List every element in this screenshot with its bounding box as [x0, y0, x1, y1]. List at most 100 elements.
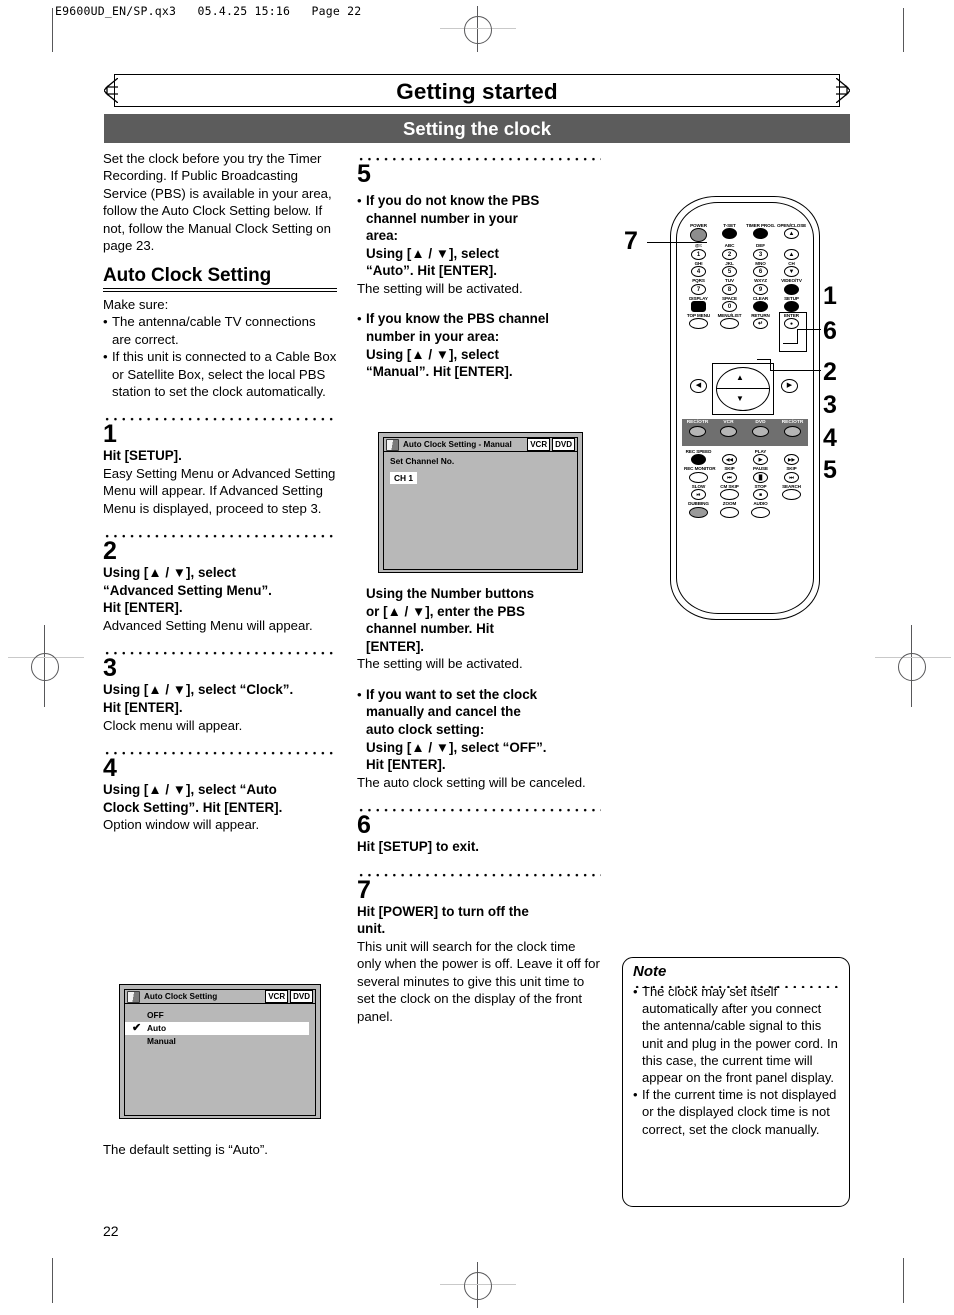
remote-key-slow[interactable]: SLOW ⏯ — [684, 484, 713, 501]
osd-option-manual[interactable]: Manual — [125, 1035, 315, 1048]
remote-key-audio[interactable]: AUDIO — [746, 501, 775, 518]
key-label: DISPLAY — [689, 295, 708, 301]
osd-option-off[interactable]: OFF — [125, 1009, 315, 1022]
step-4-heading-line1: Using [▲ / ▼], select “Auto — [103, 782, 277, 798]
remote-key-cm-skip[interactable]: CM SKIP — [715, 483, 744, 501]
step-number-2: 2 — [103, 537, 117, 566]
crop-line-bottom-left — [52, 1258, 54, 1303]
remote-key-stop[interactable]: STOP ■ — [746, 484, 775, 501]
remote-key-5[interactable]: JKL 5 — [715, 261, 744, 278]
remote-key-timer-prog[interactable]: TIMER PROG. — [746, 223, 775, 242]
remote-key-skip-back[interactable]: SKIP ⏮ — [715, 466, 744, 483]
remote-transport-grid: REC SPEED ◀◀ PLAY ▶ ▶▶ REC MONITOR SKIP … — [684, 449, 806, 519]
arrow-left-icon[interactable]: ◀ — [690, 379, 707, 393]
remote-key-menu-list[interactable]: MENU/LIST — [715, 313, 744, 330]
disc-icon — [127, 990, 140, 1003]
remote-key-vcr[interactable]: VCR — [713, 420, 744, 437]
remote-key-4[interactable]: GHI 4 — [684, 261, 713, 278]
remote-key-6[interactable]: MNO 6 — [746, 260, 775, 278]
key-label: CM SKIP — [720, 483, 739, 489]
list-item: If you know the PBS channel number in yo… — [357, 310, 601, 380]
arrow-up-icon[interactable]: ▲ — [736, 374, 744, 382]
remote-key-skip-forward[interactable]: SKIP ⏭ — [777, 466, 806, 483]
key-label: REC MONITOR — [684, 466, 716, 472]
channel-field[interactable]: CH 1 — [384, 468, 577, 486]
arrow-down-icon[interactable]: ▼ — [736, 395, 744, 403]
remote-key-rec-otr-left[interactable]: REC/OTR — [682, 420, 713, 437]
key-icon: 1 — [691, 248, 706, 260]
badge-vcr: VCR — [527, 438, 551, 451]
remote-key-ch-up[interactable]: ▲ — [777, 243, 806, 260]
remote-key-power[interactable]: POWER — [684, 223, 713, 243]
remote-key-video-tv[interactable]: VIDEO/TV — [777, 278, 806, 295]
remote-key-top-menu[interactable]: TOP MENU — [684, 313, 713, 330]
step-separator — [357, 152, 601, 161]
remote-key-zoom[interactable]: ZOOM — [715, 501, 744, 518]
section-title: Setting the clock — [402, 118, 552, 139]
key-label: TOP MENU — [686, 313, 711, 319]
step-2-heading-line1: Using [▲ / ▼], select — [103, 565, 236, 581]
step-4-heading-line2: Clock Setting”. Hit [ENTER]. — [103, 799, 283, 815]
remote-key-search[interactable]: SEARCH — [777, 484, 806, 501]
key-label: OPEN/CLOSE — [777, 223, 807, 228]
chevron-down-icon: ▼ — [784, 266, 799, 278]
key-label: MNO — [755, 260, 766, 266]
rewind-icon: ◀◀ — [722, 454, 737, 466]
osd-option-label: Auto — [147, 1023, 167, 1033]
remote-key-display[interactable]: DISPLAY — [684, 295, 713, 313]
key-label: REC SPEED — [685, 449, 712, 454]
remote-key-return[interactable]: RETURN ↵ — [746, 313, 775, 330]
remote-key-dubbing[interactable]: DUBBING — [684, 501, 713, 518]
remote-key-rewind[interactable]: ◀◀ — [715, 449, 744, 466]
remote-key-8[interactable]: TUV 8 — [715, 278, 744, 295]
reg-mark-bottom-circle — [464, 1272, 492, 1300]
step-5-case1-action2: “Auto”. Hit [ENTER]. — [366, 263, 497, 279]
file-header: E9600UD_EN/SP.qx3 05.4.25 15:16 Page 22 — [55, 4, 362, 18]
remote-key-rec-speed[interactable]: REC SPEED — [684, 449, 713, 466]
remote-key-dvd[interactable]: DVD — [745, 420, 776, 437]
remote-mode-band: REC/OTR VCR DVD REC/OTR — [682, 419, 808, 446]
step-5-case3-action2: Hit [ENTER]. — [366, 757, 446, 773]
key-icon: 9 — [753, 283, 768, 295]
remote-key-1[interactable]: @!: 1 — [684, 243, 713, 260]
remote-key-pause[interactable]: PAUSE ▐▌ — [746, 466, 775, 483]
callout-4: 4 — [823, 424, 837, 452]
remote-key-3[interactable]: DEF 3 — [746, 243, 775, 260]
remote-key-setup[interactable]: SETUP — [777, 296, 806, 313]
step-separator — [103, 529, 337, 539]
reg-mark-right-circle — [898, 653, 926, 681]
remote-key-rec-monitor[interactable]: REC MONITOR — [684, 466, 716, 483]
remote-key-play[interactable]: PLAY ▶ — [746, 449, 775, 466]
key-label: VCR — [723, 420, 734, 425]
osd-option-auto[interactable]: ✔ Auto — [125, 1022, 309, 1035]
remote-key-tset[interactable]: T-SET — [715, 223, 744, 242]
arrow-right-icon[interactable]: ▶ — [781, 379, 798, 393]
remote-key-7[interactable]: PQRS 7 — [684, 278, 713, 295]
remote-key-open-close[interactable]: OPEN/CLOSE ▲ — [777, 223, 806, 242]
osd-option-label: OFF — [147, 1010, 164, 1020]
list-item: The antenna/cable TV connections are cor… — [103, 313, 337, 348]
step-5-case-2: If you know the PBS channel number in yo… — [357, 310, 601, 380]
step-number-5: 5 — [357, 160, 371, 188]
remote-key-fast-forward[interactable]: ▶▶ — [777, 449, 806, 466]
step-7-heading-line2: unit. — [357, 921, 386, 937]
remote-key-ch-down[interactable]: CH ▼ — [777, 261, 806, 278]
key-icon: 6 — [753, 266, 768, 278]
remote-key-2[interactable]: ABC 2 — [715, 243, 744, 260]
key-label: TIMER PROG. — [746, 223, 776, 228]
remote-key-9[interactable]: WXYZ 9 — [746, 278, 775, 295]
list-item: If you do not know the PBS channel numbe… — [357, 192, 601, 280]
step-separator — [103, 746, 337, 756]
setup-highlight-box — [779, 312, 807, 352]
left-column: Set the clock before you try the Timer R… — [103, 150, 337, 834]
remote-key-rec-otr-right[interactable]: REC/OTR — [777, 420, 808, 437]
remote-key-clear[interactable]: CLEAR — [746, 296, 775, 313]
page-number: 22 — [103, 1223, 119, 1239]
remote-key-0[interactable]: SPACE 0 — [715, 296, 744, 313]
step-2-heading-line3: Hit [ENTER]. — [103, 600, 183, 616]
play-icon: ▶ — [753, 454, 768, 466]
key-icon — [720, 506, 739, 518]
remote-dpad[interactable]: ▲ ▼ ◀ ▶ — [690, 363, 798, 415]
remote-row: POWER T-SET TIMER PROG. OPEN/CLOSE ▲ — [684, 223, 806, 243]
badge-dvd: DVD — [290, 990, 313, 1003]
